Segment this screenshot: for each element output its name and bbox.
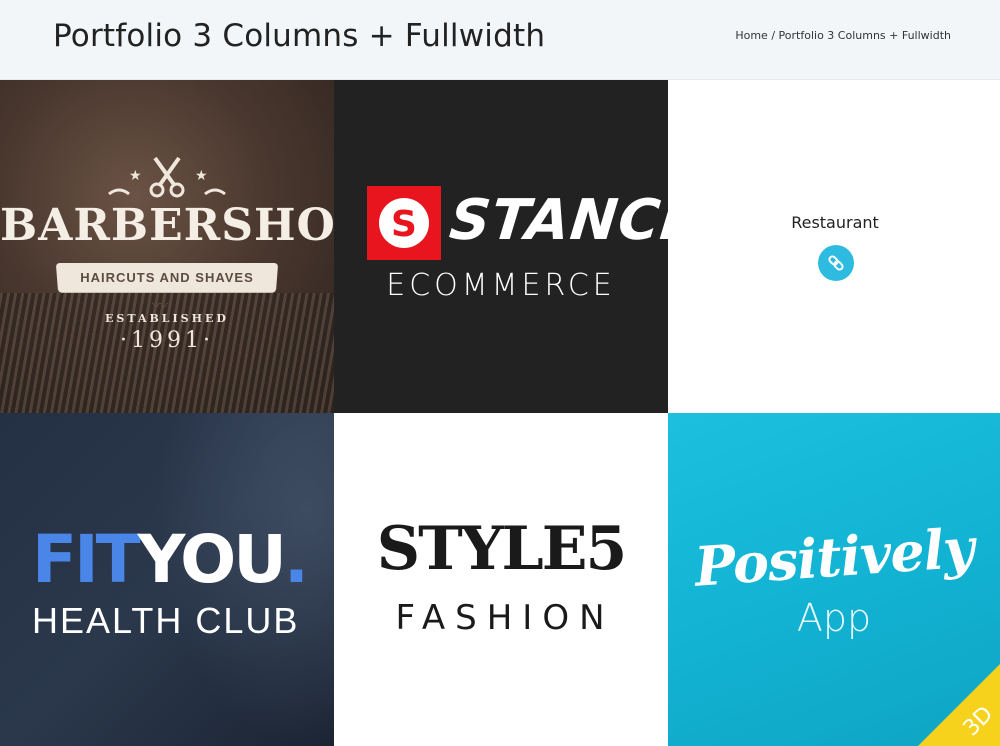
portfolio-item-restaurant[interactable]: Restaurant [668,80,1000,413]
barbershop-established: ESTABLISHED [105,312,229,325]
barbershop-year: ·1991· [120,328,214,353]
barbershop-tagline: HAIRCUTS AND SHAVES [80,270,254,285]
corner-ribbon [918,664,1000,746]
page-header: Portfolio 3 Columns + Fullwidth Home / P… [0,0,1000,80]
fityou-wordmark-fit: FIT [32,521,141,598]
fityou-wordmark-dot: . [283,521,309,598]
stance-wordmark: STANCE [446,188,668,253]
stance-logo-icon: S [367,186,441,260]
link-icon [828,255,844,271]
portfolio-item-positively[interactable]: Positively App 3D [668,413,1000,746]
svg-text:★: ★ [129,168,142,184]
portfolio-item-style5[interactable]: STYLE5 FASHION [334,413,668,746]
fityou-wordmark-you: YOU [137,521,287,598]
breadcrumb: Home / Portfolio 3 Columns + Fullwidth [735,29,951,42]
stance-tagline: ECOMMERCE [386,268,616,303]
restaurant-title: Restaurant [791,213,879,232]
portfolio-item-fityou[interactable]: FITYOU. HEALTH CLUB [0,413,334,746]
breadcrumb-home-link[interactable]: Home [735,29,767,42]
style5-tagline: FASHION [395,598,615,638]
positively-wordmark: Positively [692,515,976,599]
stance-logo-circle: S [379,198,429,248]
breadcrumb-separator: / [771,29,776,42]
page-title: Portfolio 3 Columns + Fullwidth [53,18,546,54]
barbershop-wordmark: BARBERSHOP [0,200,334,251]
fityou-wordmark: FITYOU. [32,521,309,598]
style5-wordmark: STYLE5 [376,514,627,584]
portfolio-item-stance[interactable]: S STANCE ECOMMERCE [334,80,668,413]
svg-text:★: ★ [195,168,208,184]
breadcrumb-current: Portfolio 3 Columns + Fullwidth [778,29,951,42]
restaurant-link-button[interactable] [818,245,854,281]
portfolio-item-barbershop[interactable]: ★ ★ BARBERSHOP HAIRCUTS AND SHAVES 〰 EST… [0,80,334,413]
stance-logo-letter: S [391,204,417,245]
positively-tagline: App [796,596,872,640]
scissors-icon: ★ ★ [108,156,226,198]
fityou-tagline: HEALTH CLUB [32,600,300,641]
portfolio-grid: ★ ★ BARBERSHOP HAIRCUTS AND SHAVES 〰 EST… [0,80,1000,746]
